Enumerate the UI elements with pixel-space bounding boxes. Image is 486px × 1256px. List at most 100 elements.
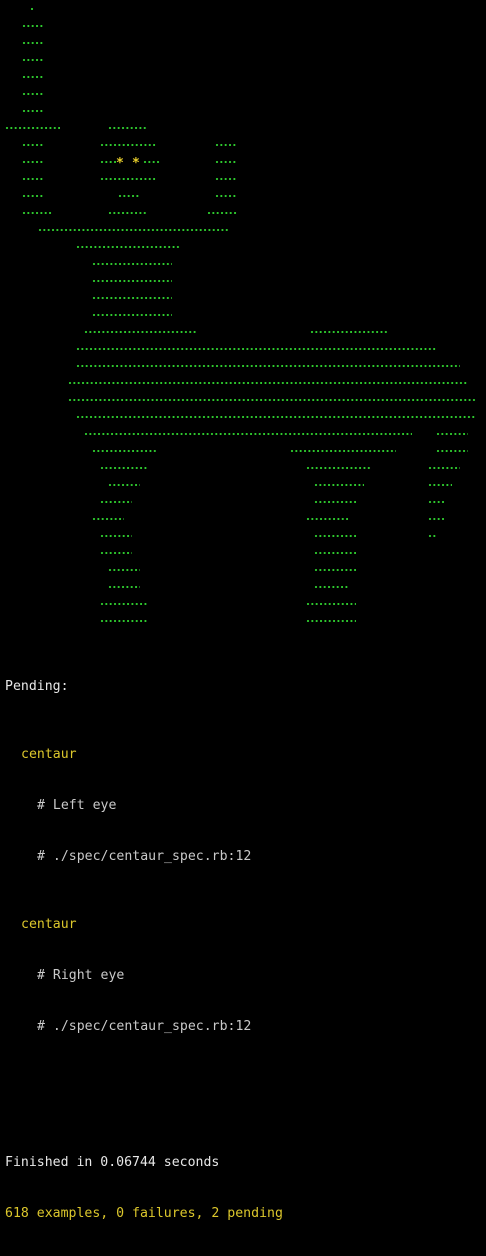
- passed-dots: [100, 615, 148, 632]
- passed-dots: [215, 139, 237, 156]
- passed-dots: [68, 377, 468, 394]
- pending-group-label: centaur: [21, 747, 77, 762]
- dot-row: [0, 224, 486, 241]
- dot-row: [0, 173, 486, 190]
- passed-dots: [100, 173, 156, 190]
- passed-dots: [306, 513, 348, 530]
- passed-dots: [100, 496, 132, 513]
- pending-star: *: [132, 156, 140, 171]
- passed-dots: [290, 445, 396, 462]
- passed-dots: [215, 190, 237, 207]
- dot-row: [0, 309, 486, 326]
- pending-description: # Right eye: [37, 968, 125, 983]
- pending-location: # ./spec/centaur_spec.rb:12: [37, 1019, 252, 1034]
- dot-row: [0, 360, 486, 377]
- dot-row: [0, 71, 486, 88]
- passed-dots: [118, 190, 140, 207]
- passed-dots: [22, 156, 44, 173]
- passed-dots: [22, 207, 52, 224]
- passed-dots: [100, 156, 116, 173]
- dot-row: [0, 241, 486, 258]
- passed-dots: [76, 343, 436, 360]
- passed-dots: [428, 479, 452, 496]
- passed-dots: [306, 598, 356, 615]
- passed-dots: [92, 309, 172, 326]
- dot-row: [0, 598, 486, 615]
- progress-dots-art: * *: [0, 0, 486, 640]
- passed-dots: [92, 292, 172, 309]
- passed-dots: [314, 564, 356, 581]
- passed-dots: [436, 428, 468, 445]
- passed-dots: [22, 71, 44, 88]
- dot-row: [0, 428, 486, 445]
- dot-row: [0, 105, 486, 122]
- dot-row: [0, 258, 486, 275]
- dot-row: [0, 292, 486, 309]
- dot-row: [0, 411, 486, 428]
- passed-dots: [84, 326, 196, 343]
- passed-dots: [92, 258, 172, 275]
- passed-dots: [76, 360, 460, 377]
- passed-dots: [108, 207, 148, 224]
- passed-dots: [207, 207, 237, 224]
- dot-row: [0, 139, 486, 156]
- dot-row: [0, 581, 486, 598]
- passed-dots: [306, 462, 372, 479]
- passed-dots: [76, 411, 476, 428]
- passed-dots: [314, 479, 364, 496]
- dot-row: [0, 3, 486, 20]
- dot-row: [0, 496, 486, 513]
- passed-dots: [22, 37, 44, 54]
- passed-dots: [100, 462, 148, 479]
- pending-heading: Pending:: [5, 679, 69, 694]
- passed-dots: [38, 224, 228, 241]
- passed-dots: [314, 581, 348, 598]
- dot-row: [0, 547, 486, 564]
- dot-row: [0, 207, 486, 224]
- passed-dots: [428, 462, 460, 479]
- passed-dots: [100, 547, 132, 564]
- dot-row: [0, 88, 486, 105]
- pending-description: # Left eye: [37, 798, 117, 813]
- dot-row: [0, 122, 486, 139]
- passed-dots: [314, 496, 356, 513]
- passed-dots: [108, 122, 148, 139]
- pending-location: # ./spec/centaur_spec.rb:12: [37, 849, 252, 864]
- passed-dots: [428, 530, 436, 547]
- passed-dots: [22, 88, 44, 105]
- passed-dots: [22, 54, 44, 71]
- dot-row: [0, 190, 486, 207]
- passed-dots: [100, 598, 148, 615]
- passed-dots: [76, 241, 180, 258]
- passed-dots: [68, 394, 476, 411]
- dot-row: [0, 54, 486, 71]
- examples-result: 618 examples, 0 failures, 2 pending: [5, 1206, 283, 1221]
- passed-dots: [108, 564, 140, 581]
- dot-row: [0, 377, 486, 394]
- finished-time: Finished in 0.06744 seconds: [5, 1155, 220, 1170]
- passed-dots: [22, 190, 44, 207]
- passed-dots: [143, 156, 160, 173]
- passed-dots: [92, 275, 172, 292]
- passed-dots: [22, 105, 44, 122]
- passed-dots: [5, 122, 60, 139]
- passed-dots: [22, 20, 44, 37]
- dot-row: [0, 615, 486, 632]
- passed-dots: [92, 513, 124, 530]
- dot-row: [0, 394, 486, 411]
- passed-dots: [30, 3, 34, 20]
- passed-dots: [436, 445, 468, 462]
- dot-row: [0, 564, 486, 581]
- passed-dots: [310, 326, 388, 343]
- passed-dots: [215, 156, 237, 173]
- passed-dots: [100, 530, 132, 547]
- passed-dots: [100, 139, 156, 156]
- rspec-summary: Pending: centaur # Left eye # ./spec/cen…: [5, 644, 483, 1256]
- passed-dots: [428, 513, 444, 530]
- dot-row: [0, 479, 486, 496]
- dot-row: [0, 445, 486, 462]
- dot-row: [0, 513, 486, 530]
- passed-dots: [108, 581, 140, 598]
- passed-dots: [92, 445, 156, 462]
